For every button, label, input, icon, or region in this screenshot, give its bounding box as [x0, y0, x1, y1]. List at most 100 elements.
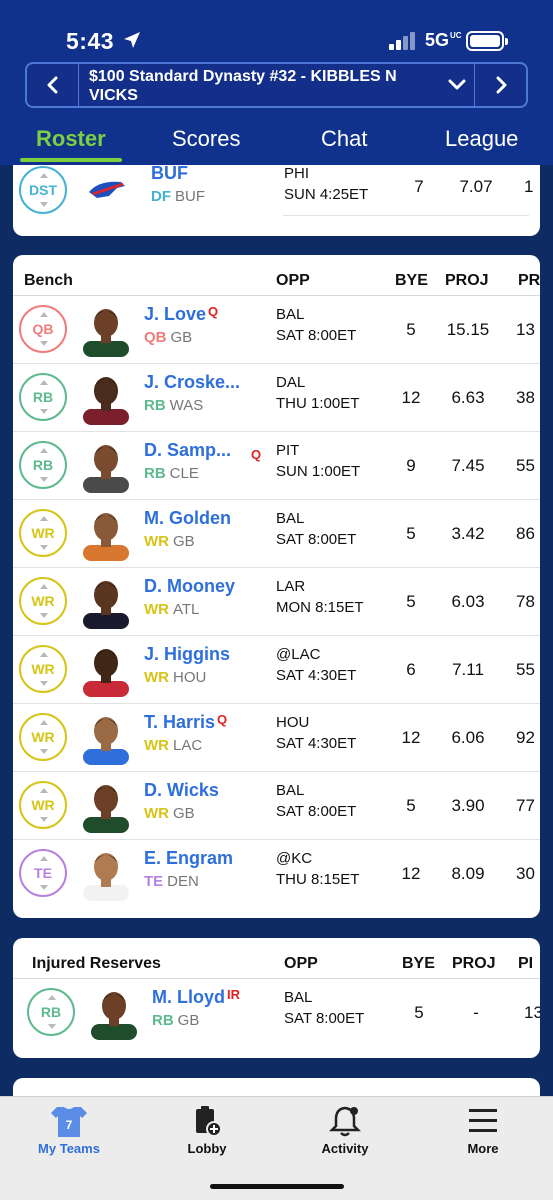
move-up-icon — [40, 856, 48, 861]
signal-icon — [389, 32, 417, 50]
player-row[interactable]: RB J. Croske... RB WAS DAL THU 1:00ET 12 6.63 38 — [13, 363, 540, 431]
move-down-icon — [40, 817, 48, 822]
player-row[interactable]: WR D. Wicks WR GB BAL SAT 8:00ET 5 3.90 77 — [13, 771, 540, 839]
column-bye: BYE — [395, 272, 428, 289]
player-name[interactable]: E. Engram — [144, 848, 233, 869]
player-row[interactable]: RB M. Lloyd IR RB GB BAL SAT 8:00ET 5 - 13 — [13, 978, 540, 1046]
rank: 86 — [516, 524, 535, 543]
bye-week: 12 — [401, 728, 421, 747]
player-name[interactable]: D. Mooney — [144, 576, 235, 597]
opponent: BAL SAT 8:00ET — [276, 510, 357, 548]
player-meta: QB GB — [144, 329, 193, 346]
clipboard-plus-icon — [196, 1106, 222, 1137]
move-up-icon — [40, 788, 48, 793]
player-name[interactable]: BUF — [151, 165, 188, 184]
next-league-button[interactable] — [474, 64, 526, 106]
tab-chat[interactable]: Chat — [321, 126, 367, 152]
player-meta: RB WAS — [144, 397, 204, 414]
tab-roster[interactable]: Roster — [36, 126, 106, 152]
bye-week: 9 — [406, 456, 416, 475]
position-badge[interactable]: WR — [19, 577, 67, 625]
player-name[interactable]: J. Higgins — [144, 644, 230, 665]
tab-scores[interactable]: Scores — [172, 126, 240, 152]
chevron-left-icon — [47, 76, 57, 94]
player-row[interactable]: WR J. Higgins WR HOU @LAC SAT 4:30ET 6 7.11 55 — [13, 635, 540, 703]
tab-league[interactable]: League — [445, 126, 518, 152]
projection: 7.11 — [452, 660, 484, 679]
league-title: $100 Standard Dynasty #32 - KIBBLES N VI… — [89, 68, 397, 104]
player-row[interactable]: WR M. Golden WR GB BAL SAT 8:00ET 5 3.42 86 — [13, 499, 540, 567]
projection: 6.03 — [451, 592, 485, 611]
network-indicator: 5GUC — [425, 30, 462, 50]
player-name[interactable]: D. Wicks — [144, 780, 219, 801]
position-badge[interactable]: DST — [19, 166, 67, 214]
section-title: Bench — [24, 272, 73, 289]
opponent: LAR MON 8:15ET — [276, 578, 364, 616]
bye-week: 5 — [406, 796, 416, 815]
player-name[interactable]: M. Golden — [144, 508, 231, 529]
opponent: @LAC SAT 4:30ET — [276, 646, 357, 684]
opponent: @KC THU 8:15ET — [276, 850, 360, 888]
opponent: BAL SAT 8:00ET — [276, 306, 357, 344]
projection: 3.42 — [451, 524, 485, 543]
bye-week: 5 — [414, 1003, 424, 1022]
bye-week: 6 — [406, 660, 416, 679]
move-up-icon — [40, 312, 48, 317]
player-name[interactable]: T. Harris Q — [144, 712, 227, 733]
player-row[interactable]: WR T. Harris Q WR LAC HOU SAT 4:30ET 12 6.06 92 — [13, 703, 540, 771]
player-row[interactable]: RB D. Samp... RB CLE PIT SUN 1:00ET 9 7.45 55 Q — [13, 431, 540, 499]
player-photo — [79, 301, 133, 357]
player-name[interactable]: M. Lloyd IR — [152, 987, 240, 1008]
player-meta: WR LAC — [144, 737, 203, 754]
player-row[interactable]: QB J. Love Q QB GB BAL SAT 8:00ET 5 15.15 13 — [13, 295, 540, 363]
player-meta: DF BUF — [151, 188, 205, 205]
tab-bar-top: Roster Scores Chat League — [0, 118, 553, 164]
position-badge[interactable]: QB — [19, 305, 67, 353]
ir-header: Injured Reserves OPP BYE PROJ PI — [13, 938, 540, 978]
player-row[interactable]: WR D. Mooney WR ATL LAR MON 8:15ET 5 6.03 78 — [13, 567, 540, 635]
tab-my-teams[interactable]: 7 My Teams — [0, 1097, 138, 1167]
position-badge[interactable]: TE — [19, 849, 67, 897]
svg-text:7: 7 — [66, 1118, 73, 1132]
tab-lobby[interactable]: Lobby — [138, 1097, 276, 1167]
rank: 78 — [516, 592, 535, 611]
player-photo — [87, 984, 141, 1040]
position-badge[interactable]: WR — [19, 509, 67, 557]
bench-header: Bench OPP BYE PROJ PR — [13, 255, 540, 295]
tab-more[interactable]: More — [414, 1097, 552, 1167]
rank: 13 — [524, 1003, 540, 1022]
column-pr: PR — [518, 272, 540, 289]
move-up-icon — [40, 720, 48, 725]
player-photo — [79, 573, 133, 629]
position-badge[interactable]: RB — [27, 988, 75, 1036]
player-meta: WR GB — [144, 533, 195, 550]
player-meta: RB GB — [152, 1012, 200, 1029]
league-selector[interactable]: $100 Standard Dynasty #32 - KIBBLES N VI… — [25, 62, 528, 108]
move-up-icon — [40, 516, 48, 521]
menu-icon — [469, 1109, 497, 1132]
player-row[interactable]: TE E. Engram TE DEN @KC THU 8:15ET 12 8.09 30 — [13, 839, 540, 907]
position-badge[interactable]: WR — [19, 713, 67, 761]
column-proj: PROJ — [445, 272, 489, 289]
player-name[interactable]: J. Croske... — [144, 372, 240, 393]
chevron-right-icon — [496, 76, 506, 94]
move-down-icon — [40, 613, 48, 618]
player-row-dst[interactable]: DST BUF DF BUF PHI SUN 4:25ET 7 7.07 1 — [13, 165, 540, 225]
jersey-icon: 7 — [51, 1107, 87, 1137]
league-dropdown-button[interactable] — [437, 64, 477, 106]
status-flag: Q — [217, 712, 228, 727]
player-name[interactable]: J. Love Q — [144, 304, 218, 325]
opponent: BAL SAT 8:00ET — [284, 989, 365, 1027]
position-badge[interactable]: RB — [19, 441, 67, 489]
position-badge[interactable]: WR — [19, 781, 67, 829]
tab-activity[interactable]: Activity — [276, 1097, 414, 1167]
position-badge[interactable]: RB — [19, 373, 67, 421]
rank: 38 — [516, 388, 535, 407]
move-down-icon — [40, 545, 48, 550]
position-badge[interactable]: WR — [19, 645, 67, 693]
player-name[interactable]: D. Samp... — [144, 440, 231, 461]
previous-league-button[interactable] — [27, 64, 79, 106]
player-photo — [79, 777, 133, 833]
rank: 30 — [516, 864, 535, 883]
move-up-icon — [40, 652, 48, 657]
